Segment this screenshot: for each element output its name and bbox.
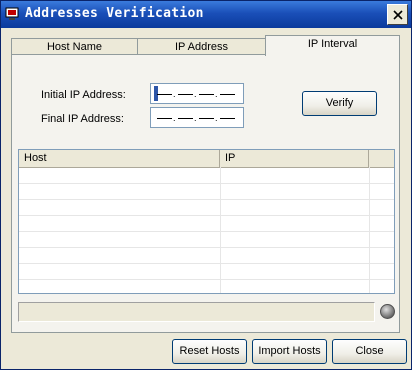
list-row-line [19, 263, 394, 264]
list-row-line [19, 199, 394, 200]
close-button[interactable]: Close [332, 339, 407, 364]
initial-ip-label: Initial IP Address: [41, 89, 126, 101]
initial-ip-input[interactable]: . . . [150, 83, 244, 104]
status-led-icon [380, 304, 395, 319]
column-header-ip[interactable]: IP [220, 150, 369, 167]
tab-ip-interval[interactable]: IP Interval [265, 35, 400, 56]
import-hosts-button[interactable]: Import Hosts [252, 339, 327, 364]
close-window-button[interactable] [387, 4, 408, 25]
hosts-list[interactable]: Host IP [18, 149, 395, 294]
tab-host-name[interactable]: Host Name [11, 38, 138, 55]
final-ip-input[interactable]: . . . [150, 107, 244, 128]
list-header: Host IP [19, 150, 394, 168]
final-ip-label: Final IP Address: [41, 113, 124, 125]
verify-button[interactable]: Verify [302, 91, 377, 116]
network-app-icon [5, 7, 19, 20]
tab-ip-address[interactable]: IP Address [137, 38, 266, 55]
status-bar [18, 302, 375, 322]
list-row-line [19, 279, 394, 280]
list-row-line [19, 215, 394, 216]
column-header-host[interactable]: Host [19, 150, 220, 167]
list-row-line [19, 231, 394, 232]
close-icon [393, 10, 403, 20]
reset-hosts-button[interactable]: Reset Hosts [172, 339, 247, 364]
list-row-line [19, 183, 394, 184]
window-title: Addresses Verification [25, 6, 204, 21]
addresses-verification-window: Addresses Verification Host Name IP Addr… [0, 0, 412, 370]
list-row-line [19, 247, 394, 248]
title-bar[interactable]: Addresses Verification [1, 1, 411, 28]
tab-strip: Host Name IP Address IP Interval [11, 35, 400, 56]
